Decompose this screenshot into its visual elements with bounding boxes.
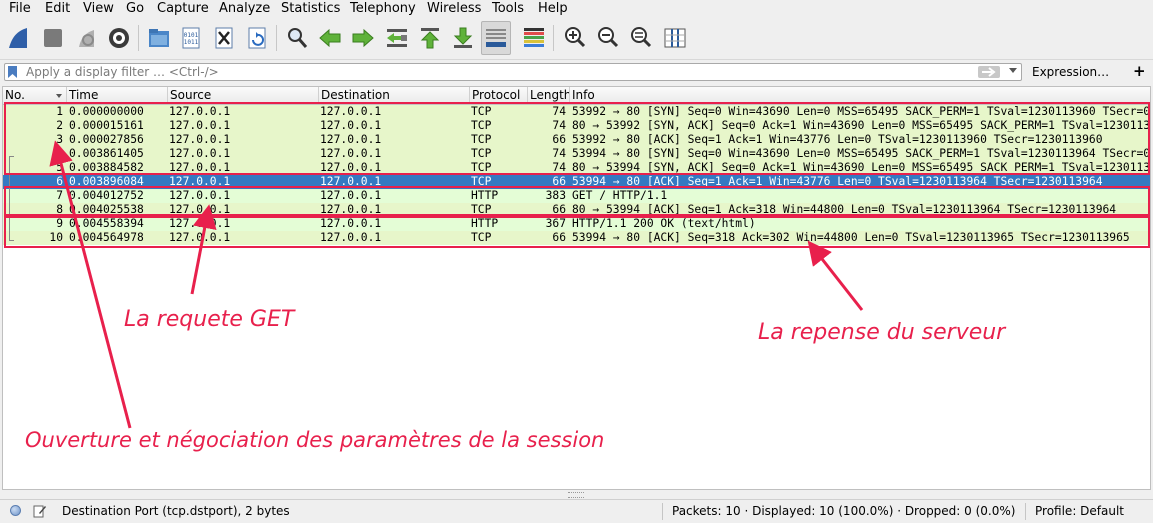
server-response-highlight-box [4, 216, 1150, 248]
zoom-out-icon[interactable] [594, 21, 622, 55]
find-packet-icon[interactable] [283, 21, 311, 55]
add-filter-button[interactable]: + [1133, 62, 1146, 80]
auto-scroll-icon[interactable] [481, 21, 511, 55]
menu-bar: File Edit View Go Capture Analyze Statis… [0, 0, 1153, 18]
toolbar-separator [276, 25, 277, 51]
menu-tools[interactable]: Tools [492, 0, 524, 18]
save-file-icon[interactable]: 0101 1011 [177, 21, 205, 55]
capture-options-icon[interactable] [105, 21, 133, 55]
colorize-icon[interactable] [520, 21, 548, 55]
apply-filter-arrow-icon[interactable] [978, 66, 1000, 78]
display-filter-input[interactable]: Apply a display filter … <Ctrl-/> [4, 63, 1022, 81]
go-first-packet-icon[interactable] [416, 21, 444, 55]
status-bar: Destination Port (tcp.dstport), 2 bytes … [0, 499, 1153, 523]
profile-selector[interactable]: Profile: Default [1035, 504, 1124, 519]
handshake-annotation: Ouverture et négociation des paramètres … [25, 428, 605, 452]
expert-info-icon[interactable] [10, 505, 21, 516]
menu-capture[interactable]: Capture [157, 0, 209, 18]
status-separator [1025, 503, 1026, 520]
menu-help[interactable]: Help [538, 0, 568, 18]
get-request-annotation: La requete GET [124, 307, 295, 332]
server-response-annotation: La repense du serveur [758, 320, 1006, 345]
svg-text:0101: 0101 [184, 32, 199, 39]
pane-splitter-handle[interactable] [568, 492, 584, 498]
filter-placeholder: Apply a display filter … <Ctrl-/> [26, 65, 219, 79]
main-toolbar: 0101 1011 [0, 19, 1153, 60]
expression-button[interactable]: Expression… [1032, 64, 1109, 80]
capture-comment-icon[interactable] [33, 504, 47, 518]
reload-file-icon[interactable] [243, 21, 271, 55]
menu-view[interactable]: View [83, 0, 114, 18]
go-back-icon[interactable] [316, 21, 344, 55]
go-to-packet-icon[interactable] [383, 21, 411, 55]
menu-analyze[interactable]: Analyze [219, 0, 270, 18]
go-last-packet-icon[interactable] [449, 21, 477, 55]
zoom-in-icon[interactable] [561, 21, 589, 55]
menu-telephony[interactable]: Telephony [350, 0, 416, 18]
sort-descending-icon [56, 94, 62, 98]
go-forward-icon[interactable] [349, 21, 377, 55]
stop-capture-icon[interactable] [39, 21, 67, 55]
svg-text:1011: 1011 [184, 39, 199, 46]
handshake-highlight-box [4, 102, 1150, 175]
selected-field-info: Destination Port (tcp.dstport), 2 bytes [62, 504, 290, 518]
filter-history-dropdown-icon[interactable] [1009, 68, 1017, 73]
bookmark-icon[interactable] [8, 66, 17, 78]
menu-wireless[interactable]: Wireless [427, 0, 481, 18]
start-capture-icon[interactable] [5, 21, 33, 55]
menu-go[interactable]: Go [126, 0, 144, 18]
get-request-highlight-box [4, 186, 1150, 216]
menu-edit[interactable]: Edit [45, 0, 70, 18]
normal-size-icon[interactable] [627, 21, 655, 55]
restart-capture-icon[interactable] [73, 21, 101, 55]
toolbar-separator [138, 25, 139, 51]
menu-file[interactable]: File [9, 0, 31, 18]
open-file-icon[interactable] [145, 21, 173, 55]
close-file-icon[interactable] [210, 21, 238, 55]
packet-counts: Packets: 10 · Displayed: 10 (100.0%) · D… [672, 504, 1016, 518]
toolbar-separator [553, 25, 554, 51]
status-separator [662, 503, 663, 520]
menu-statistics[interactable]: Statistics [281, 0, 340, 18]
display-filter-bar: Apply a display filter … <Ctrl-/> Expres… [0, 60, 1153, 85]
resize-columns-icon[interactable] [661, 21, 689, 55]
